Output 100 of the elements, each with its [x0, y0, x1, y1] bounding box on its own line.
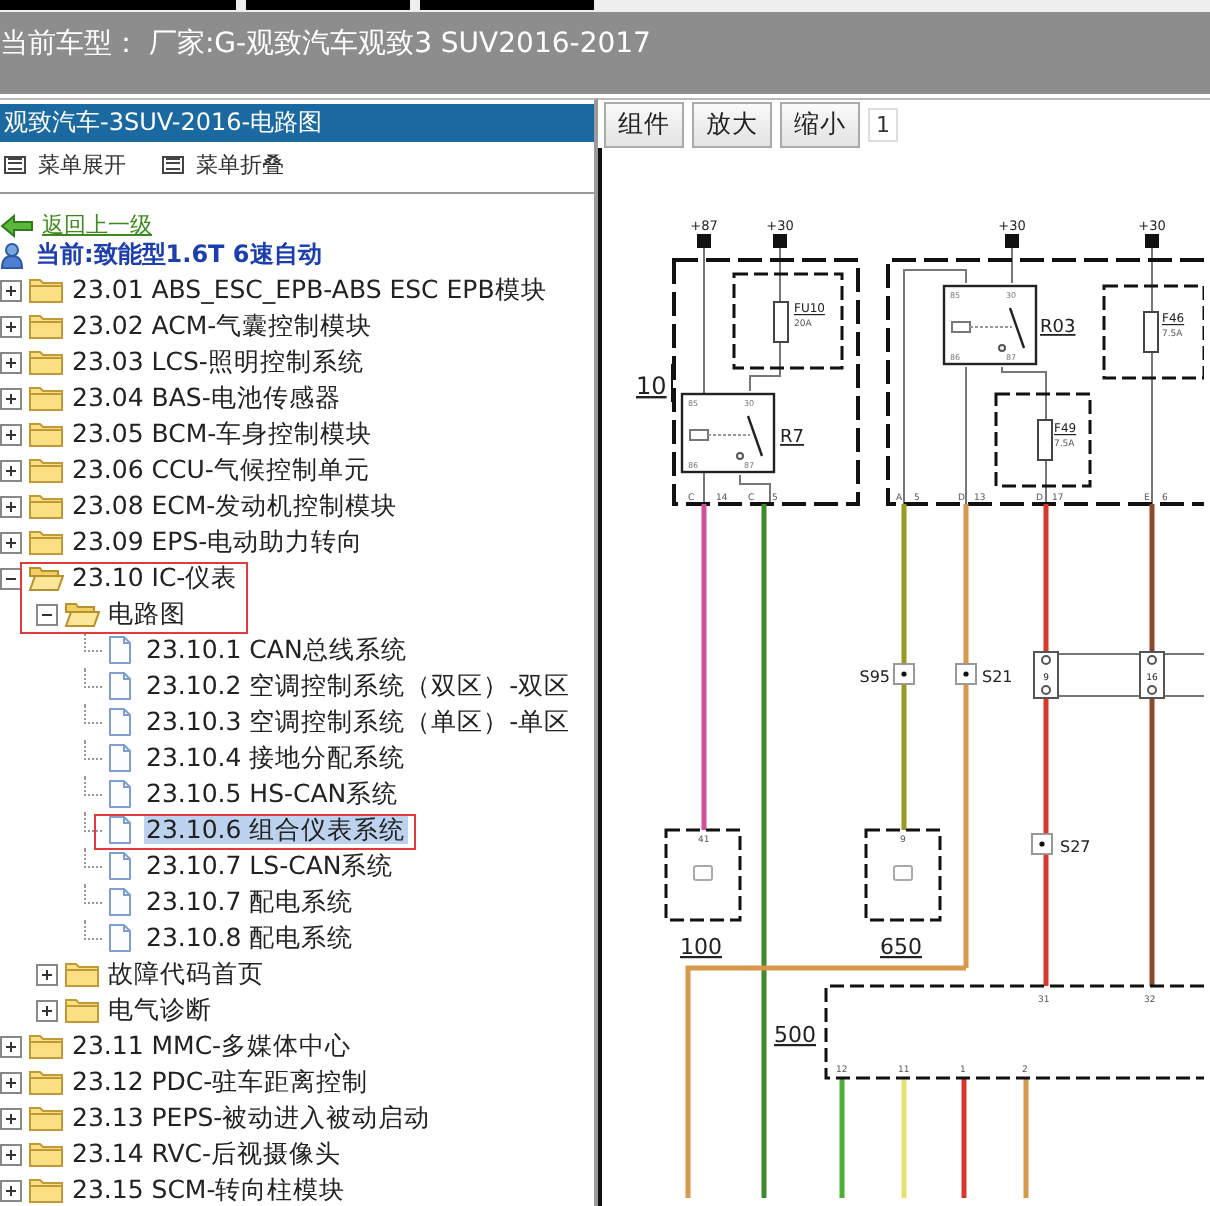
- folder-icon: [28, 456, 64, 484]
- splice-icon: [955, 663, 977, 685]
- list-icon[interactable]: [162, 155, 184, 173]
- internal-wire: [1151, 247, 1153, 313]
- expand-toggle[interactable]: [0, 1179, 22, 1201]
- toolbar-button[interactable]: 放大: [692, 101, 772, 147]
- splice-icon: [1031, 833, 1053, 855]
- terminal-icon: [773, 234, 787, 248]
- tree-item[interactable]: 23.09 EPS-电动助力转向: [70, 528, 366, 556]
- vehicle-title: 当前车型： 厂家:G-观致汽车观致3 SUV2016-2017: [0, 26, 651, 62]
- tree-item[interactable]: 23.10.1 CAN总线系统: [144, 636, 409, 664]
- module-number: 10: [636, 372, 667, 400]
- back-link[interactable]: 返回上一级: [42, 210, 152, 240]
- expand-toggle[interactable]: [0, 495, 22, 517]
- module-number: 650: [880, 934, 922, 960]
- folder-icon: [28, 1104, 64, 1132]
- expand-toggle[interactable]: [0, 423, 22, 445]
- folder-icon: [28, 312, 64, 340]
- internal-wire: [1011, 247, 1013, 284]
- open-folder-icon: [28, 564, 64, 592]
- internal-wire: [749, 341, 781, 392]
- folder-icon: [28, 1068, 64, 1096]
- tree-item[interactable]: 23.12 PDC-驻车距离控制: [70, 1068, 371, 1096]
- tree-item[interactable]: 23.13 PEPS-被动进入被动启动: [70, 1104, 433, 1132]
- tree-item[interactable]: 23.06 CCU-气候控制单元: [70, 456, 372, 484]
- fuse-icon: [1037, 419, 1053, 461]
- expand-toggle[interactable]: [0, 387, 22, 409]
- terminal-icon: [1005, 234, 1019, 248]
- splice-label: S21: [982, 668, 1013, 686]
- expand-toggle[interactable]: [36, 963, 58, 985]
- expand-toggle[interactable]: [0, 459, 22, 481]
- tree-item[interactable]: 23.03 LCS-照明控制系统: [70, 348, 366, 376]
- tree-item[interactable]: 23.10.5 HS-CAN系统: [144, 780, 401, 808]
- leader-line: [671, 363, 673, 403]
- expand-toggle[interactable]: [0, 1107, 22, 1129]
- tree-item[interactable]: 23.15 SCM-转向柱模块: [70, 1176, 348, 1204]
- tree-item[interactable]: 电路图: [106, 600, 188, 628]
- tree-item[interactable]: 23.02 ACM-气囊控制模块: [70, 312, 375, 340]
- relay-drawing: [680, 392, 776, 474]
- expand-toggle[interactable]: [0, 351, 22, 373]
- tree-item[interactable]: 23.04 BAS-电池传感器: [70, 384, 343, 412]
- splice-label: S27: [1060, 838, 1091, 856]
- module-number: 100: [680, 934, 722, 960]
- tree-item[interactable]: 23.08 ECM-发动机控制模块: [70, 492, 400, 520]
- tree-item[interactable]: 23.05 BCM-车身控制模块: [70, 420, 375, 448]
- chip-icon: [693, 865, 713, 881]
- folder-icon: [28, 276, 64, 304]
- folder-icon: [28, 492, 64, 520]
- relay-label: R7: [780, 428, 804, 448]
- tree-item[interactable]: 23.10.8 配电系统: [144, 924, 356, 952]
- tree-item[interactable]: 电气诊断: [106, 996, 214, 1024]
- menu-action[interactable]: 菜单折叠: [196, 149, 284, 179]
- expand-toggle[interactable]: [0, 1143, 22, 1165]
- fuse-box: [1102, 284, 1204, 380]
- expand-toggle[interactable]: [36, 999, 58, 1021]
- tree-item[interactable]: 23.10.3 空调控制系统（单区）-单区: [144, 708, 573, 736]
- person-icon: [0, 241, 28, 269]
- page-number[interactable]: 1: [868, 107, 898, 141]
- list-icon[interactable]: [4, 155, 26, 173]
- fuse-icon: [1143, 311, 1159, 353]
- expand-toggle[interactable]: [0, 315, 22, 337]
- tree-item[interactable]: 23.10.2 空调控制系统（双区）-双区: [144, 672, 573, 700]
- internal-wire: [1045, 459, 1047, 505]
- tree-item[interactable]: 23.14 RVC-后视摄像头: [70, 1140, 344, 1168]
- back-arrow-icon[interactable]: [0, 213, 34, 237]
- connector-block: [1139, 651, 1165, 699]
- terminal-icon: [1145, 234, 1159, 248]
- tree-item[interactable]: 故障代码首页: [106, 960, 266, 988]
- splice-label: S95: [859, 668, 890, 686]
- tree-item[interactable]: 23.10.7 配电系统: [144, 888, 356, 916]
- toolbar-button[interactable]: 缩小: [780, 101, 860, 147]
- connector-block: [1033, 651, 1059, 699]
- tree-item[interactable]: 23.10.7 LS-CAN系统: [144, 852, 396, 880]
- expand-toggle[interactable]: [0, 1071, 22, 1093]
- tree-item[interactable]: 23.10.4 接地分配系统: [144, 744, 408, 772]
- toolbar-button[interactable]: 组件: [604, 101, 684, 147]
- internal-wire: [739, 474, 771, 505]
- internal-wire: [779, 247, 781, 303]
- expand-toggle[interactable]: [0, 531, 22, 553]
- folder-icon: [28, 1032, 64, 1060]
- expand-toggle[interactable]: [0, 567, 22, 589]
- chip-icon: [893, 865, 913, 881]
- fuse-box: [994, 392, 1092, 488]
- panel-title: 观致汽车-3SUV-2016-电路图: [0, 104, 594, 142]
- module-box: [864, 828, 942, 922]
- expand-toggle[interactable]: [0, 1035, 22, 1057]
- tree-item[interactable]: 23.10.6 组合仪表系统: [144, 816, 408, 844]
- tree-item[interactable]: 23.10 IC-仪表: [70, 564, 240, 592]
- relay-drawing: [942, 284, 1038, 366]
- current-model: 当前:致能型1.6T 6速自动: [36, 238, 322, 272]
- menu-action[interactable]: 菜单展开: [38, 149, 126, 179]
- splice-icon: [893, 663, 915, 685]
- module-box: [664, 828, 742, 922]
- folder-icon: [28, 1176, 64, 1204]
- expand-toggle[interactable]: [0, 279, 22, 301]
- expand-toggle[interactable]: [36, 603, 58, 625]
- tree-item[interactable]: 23.01 ABS_ESC_EPB-ABS ESC EPB模块: [70, 276, 549, 304]
- folder-icon: [28, 348, 64, 376]
- tree-item[interactable]: 23.11 MMC-多媒体中心: [70, 1032, 354, 1060]
- folder-icon: [28, 420, 64, 448]
